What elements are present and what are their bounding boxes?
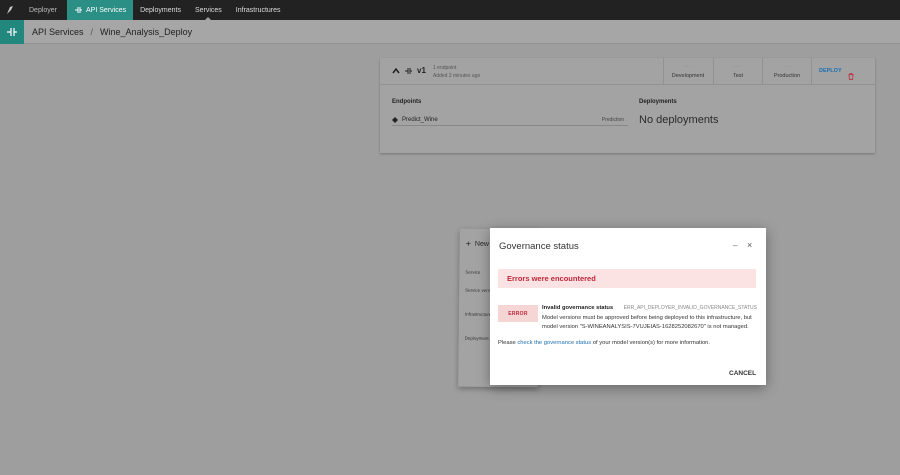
stage-dots: ... [734,63,742,69]
version-toggle[interactable]: v1 [392,66,426,75]
modal-title: Governance status [499,241,579,252]
endpoint-count: 1 endpoint [433,65,457,71]
stage-test[interactable]: ... Test [713,58,762,85]
chevron-up-icon [392,67,400,73]
deployments-title: Deployments [639,99,677,105]
endpoints-title: Endpoints [392,99,422,105]
diamond-icon [392,116,398,123]
error-code: ERR_API_DEPLOYER_INVALID_GOVERNANCE_STAT… [623,305,757,311]
stage-name: Test [732,73,744,79]
api-service-icon [405,67,412,74]
nav-api-services[interactable]: API Services [67,0,134,20]
sub-header: API Services / Wine_Analysis_Deploy [0,19,900,44]
stage-name: Development [671,73,705,79]
minimize-icon[interactable]: – [733,241,737,250]
governance-status-modal: Governance status – × Errors were encoun… [490,228,766,385]
help-prefix: Please [498,340,518,346]
error-badge: ERROR [498,305,538,322]
trash-icon[interactable] [848,67,854,85]
breadcrumb-separator: / [90,26,94,37]
top-navbar: Deployer API Services Deployments Servic… [0,0,900,20]
new-deployment-header: + New [466,239,489,249]
error-banner: Errors were encountered [498,269,756,288]
infrastructure-label: Infrastructure [464,311,492,317]
version-card: v1 1 endpoint Added 2 minutes ago ... De… [380,58,875,153]
help-text: Please check the governance status of yo… [498,340,710,346]
breadcrumb: API Services / Wine_Analysis_Deploy [32,27,192,37]
dataiku-logo-icon[interactable] [0,0,20,20]
stage-dots: ... [684,63,692,69]
endpoint-name: Predict_Wine [402,116,438,123]
error-message: Model versions must be approved before b… [542,315,752,330]
error-title: Invalid governance status [542,305,614,311]
nav-services-label: Services [194,6,222,14]
endpoint-row[interactable]: Predict_Wine Prediction [392,114,628,126]
api-service-icon [0,19,24,44]
breadcrumb-current: Wine_Analysis_Deploy [100,26,193,37]
deployment-id-label: Deployment I [464,335,492,341]
nav-deployments[interactable]: Deployments [133,0,188,20]
plus-icon: + [465,238,471,249]
no-deployments-text: No deployments [639,114,719,126]
stage-development[interactable]: ... Development [663,58,712,85]
deploy-button[interactable]: DEPLOY [819,68,842,74]
nav-services[interactable]: Services [188,0,229,20]
breadcrumb-root[interactable]: API Services [32,27,84,37]
version-card-header: v1 1 endpoint Added 2 minutes ago ... De… [380,58,875,85]
stage-production[interactable]: ... Production [762,58,811,85]
service-label: Service [465,269,481,275]
close-icon[interactable]: × [747,240,752,250]
error-banner-text: Errors were encountered [507,274,596,283]
endpoint-type: Prediction [601,116,624,123]
version-label: v1 [417,66,426,75]
nav-api-services-label: API Services [86,6,127,14]
stage-dots: ... [783,63,791,69]
nav-infrastructures[interactable]: Infrastructures [229,0,288,20]
added-time: Added 2 minutes ago [433,73,481,79]
governance-status-link[interactable]: check the governance status [517,340,591,346]
cancel-button[interactable]: CANCEL [729,370,756,377]
stage-name: Production [773,73,801,79]
nav-deployer[interactable]: Deployer [20,0,67,20]
version-meta: 1 endpoint Added 2 minutes ago [433,64,480,80]
api-service-icon [75,7,83,13]
new-deployment-title: New [474,240,489,248]
help-suffix: of your model version(s) for more inform… [591,340,711,346]
